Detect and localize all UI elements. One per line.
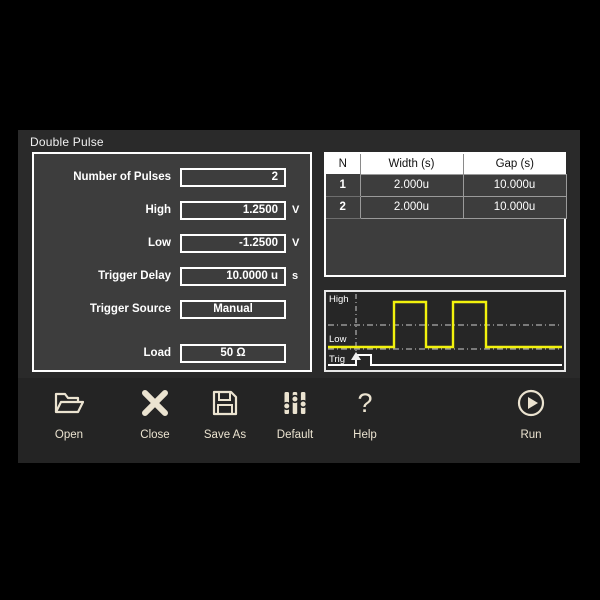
run-button[interactable]: Run	[494, 386, 568, 452]
close-x-icon	[141, 386, 169, 420]
param-row-trigger-delay: Trigger Delay 10.0000 u s	[34, 265, 310, 287]
high-level-input[interactable]: 1.2500	[180, 200, 286, 220]
waveform-svg	[328, 294, 562, 366]
trigger-delay-input[interactable]: 10.0000 u	[180, 266, 286, 286]
close-button-label: Close	[140, 429, 170, 441]
table-cell-width[interactable]: 2.000u	[359, 173, 464, 197]
param-label-trigger-delay: Trigger Delay	[98, 270, 171, 282]
run-button-label: Run	[520, 429, 542, 441]
open-button[interactable]: Open	[32, 386, 106, 452]
param-unit-low: V	[292, 237, 300, 249]
table-header-n: N	[326, 154, 361, 174]
param-label-load: Load	[143, 347, 171, 359]
param-label-low: Low	[148, 237, 171, 249]
table-cell-gap[interactable]: 10.000u	[462, 173, 567, 197]
param-row-number-of-pulses: Number of Pulses 2	[34, 166, 310, 188]
table-header-width: Width (s)	[360, 154, 464, 174]
default-button-label: Default	[276, 429, 314, 441]
folder-open-icon	[54, 386, 84, 420]
open-button-label: Open	[54, 429, 84, 441]
param-row-high: High 1.2500 V	[34, 199, 310, 221]
trigger-source-select[interactable]: Manual	[180, 299, 286, 319]
help-button[interactable]: ? Help	[328, 386, 402, 452]
play-circle-icon	[517, 386, 545, 420]
table-cell-gap[interactable]: 10.000u	[462, 195, 567, 219]
parameters-panel: Number of Pulses 2 High 1.2500 V Low -1.…	[32, 152, 312, 372]
table-cell-n: 1	[326, 174, 360, 197]
param-row-trigger-source: Trigger Source Manual	[34, 298, 310, 320]
svg-text:?: ?	[357, 389, 372, 417]
pulse-table: N Width (s) Gap (s) 1 2.000u 10.000u 2 2…	[326, 154, 567, 219]
window-title: Double Pulse	[30, 135, 104, 149]
trigger-trace	[328, 354, 562, 366]
param-label-trigger-source: Trigger Source	[89, 303, 171, 315]
save-as-button-label: Save As	[203, 429, 247, 441]
load-select[interactable]: 50 Ω	[180, 343, 286, 363]
table-row[interactable]: 2 2.000u 10.000u	[326, 195, 567, 219]
floppy-disk-icon	[212, 386, 238, 420]
table-header-row: N Width (s) Gap (s)	[326, 154, 566, 174]
table-cell-width[interactable]: 2.000u	[359, 195, 464, 219]
save-as-button[interactable]: Save As	[188, 386, 262, 452]
low-level-input[interactable]: -1.2500	[180, 233, 286, 253]
table-row[interactable]: 1 2.000u 10.000u	[326, 173, 567, 197]
param-unit-trigger-delay: s	[292, 270, 299, 282]
param-row-load: Load 50 Ω	[34, 342, 310, 364]
question-mark-icon: ?	[353, 386, 377, 420]
default-button[interactable]: Default	[258, 386, 332, 452]
toolbar: Open Close Save As Default ? Help Run	[18, 378, 580, 463]
number-of-pulses-input[interactable]: 2	[180, 167, 286, 187]
param-label-high: High	[145, 204, 171, 216]
sliders-icon	[282, 386, 308, 420]
double-pulse-window: Double Pulse Number of Pulses 2 High 1.2…	[18, 130, 580, 463]
help-button-label: Help	[353, 429, 377, 441]
param-label-number-of-pulses: Number of Pulses	[73, 171, 171, 183]
close-button[interactable]: Close	[118, 386, 192, 452]
waveform-preview: High Low Trig	[324, 290, 566, 372]
table-header-gap: Gap (s)	[463, 154, 566, 174]
table-cell-n: 2	[326, 196, 360, 219]
pulse-table-panel[interactable]: N Width (s) Gap (s) 1 2.000u 10.000u 2 2…	[324, 152, 567, 277]
param-row-low: Low -1.2500 V	[34, 232, 310, 254]
param-unit-high: V	[292, 204, 300, 216]
